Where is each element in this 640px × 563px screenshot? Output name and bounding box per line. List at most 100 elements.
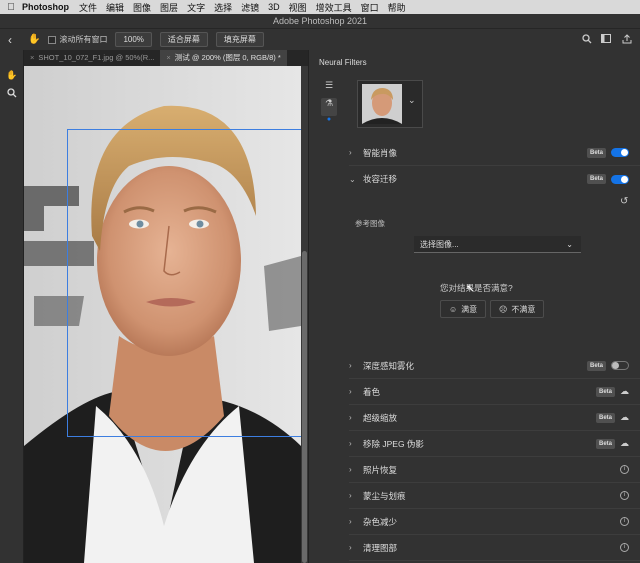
window-title: Adobe Photoshop 2021 [0, 14, 640, 28]
menu-select[interactable]: 选择 [214, 1, 232, 14]
smile-icon: ☺ [449, 304, 458, 314]
tab-label: 测试 @ 200% (图层 0, RGB/8) * [174, 53, 281, 62]
filter-label: 智能肖像 [363, 147, 398, 158]
menu-file[interactable]: 文件 [79, 1, 97, 14]
menu-filter[interactable]: 滤镜 [241, 1, 259, 14]
menu-layer[interactable]: 图层 [160, 1, 178, 14]
workspace-icon[interactable] [601, 33, 613, 46]
menu-type[interactable]: 文字 [187, 1, 205, 14]
share-icon[interactable] [622, 33, 632, 46]
hand-tool-icon: ✋ [28, 34, 41, 45]
chevron-right-icon[interactable]: › [349, 491, 363, 500]
zoom-icon[interactable] [0, 84, 24, 102]
chevron-right-icon[interactable]: › [349, 361, 363, 370]
satisfied-label: 满意 [461, 304, 478, 314]
close-icon[interactable]: × [166, 53, 170, 62]
filter-smart-portrait[interactable]: › 智能肖像 Beta [349, 140, 640, 166]
chevron-down-icon: ⌄ [566, 239, 573, 249]
hand-icon[interactable]: ✋ [0, 66, 24, 84]
tab-test[interactable]: × 测试 @ 200% (图层 0, RGB/8) * [160, 50, 287, 66]
cloud-download-icon[interactable]: ☁ [620, 438, 629, 449]
filter-noise-reduction[interactable]: › 杂色减少 i [349, 509, 640, 535]
filter-toggle[interactable] [611, 174, 629, 184]
filter-toggle[interactable] [611, 361, 629, 370]
filter-label: 杂色减少 [363, 516, 398, 527]
dot-indicator-icon: ● [326, 116, 332, 123]
reference-image-select[interactable]: 选择图像... ⌄ [414, 236, 581, 253]
frown-icon: ☹ [499, 304, 508, 314]
satisfied-button[interactable]: ☺ 满意 [440, 300, 487, 318]
chevron-right-icon[interactable]: › [349, 543, 363, 552]
filter-label: 超级缩放 [363, 412, 398, 423]
scroll-all-label: 滚动所有窗口 [59, 35, 108, 44]
transform-bounding-box[interactable] [67, 129, 301, 437]
info-icon[interactable]: i [620, 465, 629, 474]
filter-depth-haze[interactable]: › 深度感知雾化 Beta [349, 353, 640, 379]
scroll-all-windows-checkbox[interactable]: 滚动所有窗口 [48, 34, 107, 45]
macos-menu-bar:  Photoshop 文件 编辑 图像 图层 文字 选择 滤镜 3D 视图 增… [0, 0, 640, 14]
menu-window[interactable]: 窗口 [361, 1, 379, 14]
menu-edit[interactable]: 编辑 [106, 1, 124, 14]
filter-face-cleanup[interactable]: › 清理图部 i [349, 535, 640, 561]
beta-badge: Beta [595, 438, 615, 449]
reset-icon[interactable]: ↺ [620, 196, 628, 207]
filter-label: 清理图部 [363, 542, 398, 553]
info-icon[interactable]: i [620, 517, 629, 526]
zoom-100-button[interactable]: 100% [115, 32, 152, 47]
chevron-down-icon[interactable]: ⌄ [349, 175, 363, 184]
canvas-scrollbar[interactable] [301, 66, 308, 563]
document-tabs: × SHOT_10_072_F1.jpg @ 50%(R... × 测试 @ 200… [24, 50, 308, 66]
cloud-download-icon[interactable]: ☁ [620, 386, 629, 397]
feedback-question: 您对结果是否满意? [440, 283, 513, 293]
close-icon[interactable]: × [30, 53, 34, 62]
search-icon[interactable] [582, 33, 592, 46]
beta-badge: Beta [586, 174, 606, 184]
tab-shot[interactable]: × SHOT_10_072_F1.jpg @ 50%(R... [24, 50, 160, 66]
beta-badge: Beta [586, 147, 606, 158]
filter-label: 照片恢复 [363, 464, 398, 475]
filter-label: 移除 JPEG 伪影 [363, 438, 424, 449]
beta-badge: Beta [595, 412, 615, 423]
apple-icon[interactable]:  [0, 2, 22, 13]
select-value: 选择图像... [420, 239, 459, 249]
chevron-right-icon[interactable]: › [349, 387, 363, 396]
filter-photo-restoration[interactable]: › 照片恢复 i [349, 457, 640, 483]
mouse-cursor-icon: ↖ [466, 283, 476, 295]
back-chevron-icon[interactable]: ‹ [8, 33, 12, 47]
menu-image[interactable]: 图像 [133, 1, 151, 14]
fit-screen-button[interactable]: 适合屏幕 [159, 32, 208, 47]
filter-super-zoom[interactable]: › 超级缩放 Beta ☁ [349, 405, 640, 431]
panel-title: Neural Filters [319, 58, 367, 67]
app-menu[interactable]: Photoshop [22, 2, 69, 12]
filter-toggle[interactable] [611, 148, 629, 157]
fill-screen-button[interactable]: 填充屏幕 [215, 32, 264, 47]
menu-plugins[interactable]: 增效工具 [316, 1, 352, 14]
filter-colorize[interactable]: › 着色 Beta ☁ [349, 379, 640, 405]
document-canvas[interactable] [24, 66, 301, 563]
chevron-down-icon[interactable]: ⌄ [408, 95, 416, 106]
reference-image-label: 参考图像 [355, 219, 385, 228]
menu-3d[interactable]: 3D [268, 2, 280, 12]
cloud-download-icon[interactable]: ☁ [620, 412, 629, 423]
checkbox-icon [48, 35, 57, 44]
chevron-right-icon[interactable]: › [349, 439, 363, 448]
menu-view[interactable]: 视图 [289, 1, 307, 14]
scrollbar-thumb[interactable] [302, 251, 307, 563]
beta-badge: Beta [595, 386, 615, 397]
flask-icon[interactable]: ⚗ [321, 98, 337, 116]
panel-side-icons: ☰ ⚗ ● [321, 80, 337, 134]
unsatisfied-button[interactable]: ☹ 不满意 [490, 300, 545, 318]
filter-makeup-transfer[interactable]: ⌄ 妆容迁移 Beta [349, 166, 640, 192]
chevron-right-icon[interactable]: › [349, 148, 363, 157]
reference-thumbnail[interactable]: ⌄ [357, 80, 423, 128]
menu-help[interactable]: 帮助 [388, 1, 406, 14]
info-icon[interactable]: i [620, 491, 629, 500]
sliders-icon[interactable]: ☰ [321, 80, 337, 98]
options-bar: ‹ ✋ 滚动所有窗口 100% 适合屏幕 填充屏幕 [0, 28, 640, 50]
chevron-right-icon[interactable]: › [349, 465, 363, 474]
chevron-right-icon[interactable]: › [349, 413, 363, 422]
info-icon[interactable]: i [620, 543, 629, 552]
filter-dust-scratches[interactable]: › 蒙尘与划痕 i [349, 483, 640, 509]
chevron-right-icon[interactable]: › [349, 517, 363, 526]
filter-jpeg-artifacts[interactable]: › 移除 JPEG 伪影 Beta ☁ [349, 431, 640, 457]
